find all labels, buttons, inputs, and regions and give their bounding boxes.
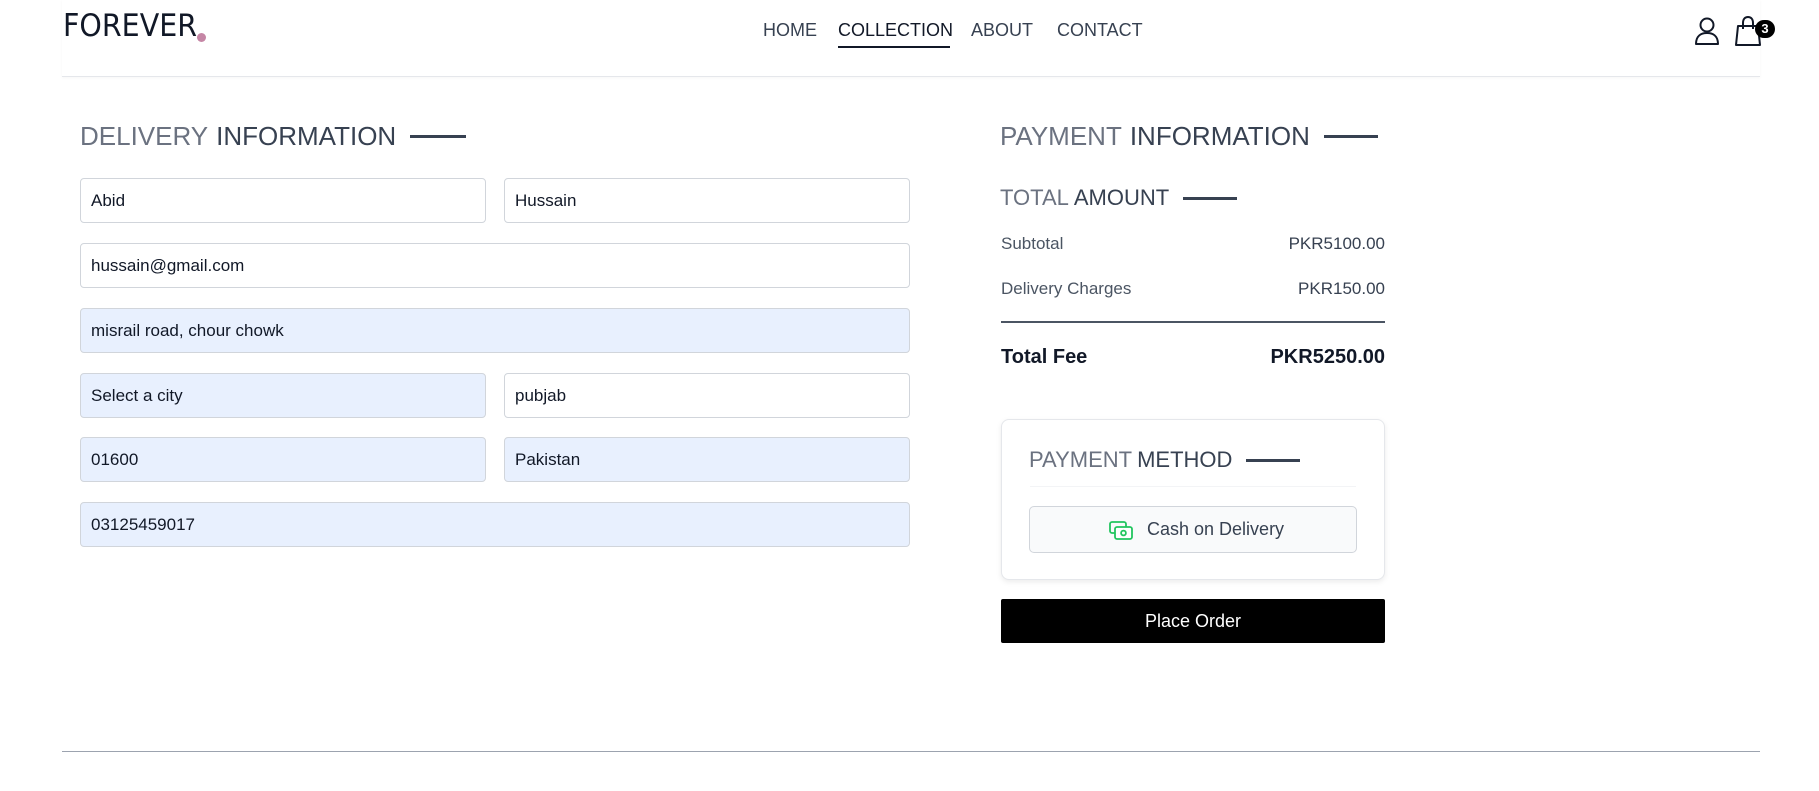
nav-active-underline <box>838 46 950 48</box>
nav-contact[interactable]: CONTACT <box>1057 20 1143 41</box>
title-bar <box>410 135 467 138</box>
first-name-input[interactable]: Abid <box>80 178 486 223</box>
title-bar <box>1246 458 1301 462</box>
delivery-title-light: DELIVERY <box>80 121 209 151</box>
payment-method-title: PAYMENT METHOD <box>1029 447 1301 473</box>
email-input[interactable]: hussain@gmail.com <box>80 243 910 288</box>
total-fee-value: PKR5250.00 <box>1270 346 1385 368</box>
delivery-title: DELIVERY INFORMATION <box>80 121 467 152</box>
payment-title-dark: INFORMATION <box>1129 121 1310 151</box>
method-title-light: PAYMENT <box>1029 447 1133 472</box>
total-title-dark: AMOUNT <box>1073 185 1170 210</box>
nav-collection[interactable]: COLLECTION <box>838 20 953 41</box>
subtotal-label: Subtotal <box>1001 234 1064 253</box>
footer-divider <box>62 751 1760 752</box>
delivery-charges-label: Delivery Charges <box>1001 279 1132 298</box>
site-header: FOREVER HOME COLLECTION ABOUT CONTACT 3 <box>62 0 1775 77</box>
card-divider <box>1030 486 1356 487</box>
nav-home[interactable]: HOME <box>763 20 817 41</box>
method-title-dark: METHOD <box>1137 447 1233 472</box>
title-bar <box>1323 135 1378 138</box>
zipcode-input[interactable]: 01600 <box>80 437 486 482</box>
cart-count-badge: 3 <box>1755 20 1775 38</box>
subtotal-value: PKR5100.00 <box>1288 234 1385 253</box>
street-input[interactable]: misrail road, chour chowk <box>80 308 910 353</box>
city-select[interactable]: Select a city <box>80 373 486 418</box>
total-title-light: TOTAL <box>1000 185 1069 210</box>
payment-method-card: PAYMENT METHOD Cash on Delivery <box>1001 419 1385 580</box>
phone-input[interactable]: 03125459017 <box>80 502 910 547</box>
last-name-input[interactable]: Hussain <box>504 178 910 223</box>
state-input[interactable]: pubjab <box>504 373 910 418</box>
place-order-button[interactable]: Place Order <box>1001 599 1385 643</box>
delivery-title-dark: INFORMATION <box>216 121 397 151</box>
payment-title: PAYMENT INFORMATION <box>1000 121 1378 152</box>
user-icon[interactable] <box>1694 16 1720 46</box>
cash-on-delivery-option[interactable]: Cash on Delivery <box>1029 506 1357 553</box>
title-bar <box>1183 196 1238 200</box>
total-amount-title: TOTAL AMOUNT <box>1000 185 1238 211</box>
cash-on-delivery-label: Cash on Delivery <box>1147 519 1285 539</box>
totals-divider <box>1001 321 1385 323</box>
country-input[interactable]: Pakistan <box>504 437 910 482</box>
payment-title-light: PAYMENT <box>1000 121 1122 151</box>
nav-about[interactable]: ABOUT <box>971 20 1033 41</box>
total-fee-label: Total Fee <box>1001 346 1088 368</box>
delivery-charges-value: PKR150.00 <box>1298 279 1385 298</box>
cash-icon <box>1109 521 1133 540</box>
